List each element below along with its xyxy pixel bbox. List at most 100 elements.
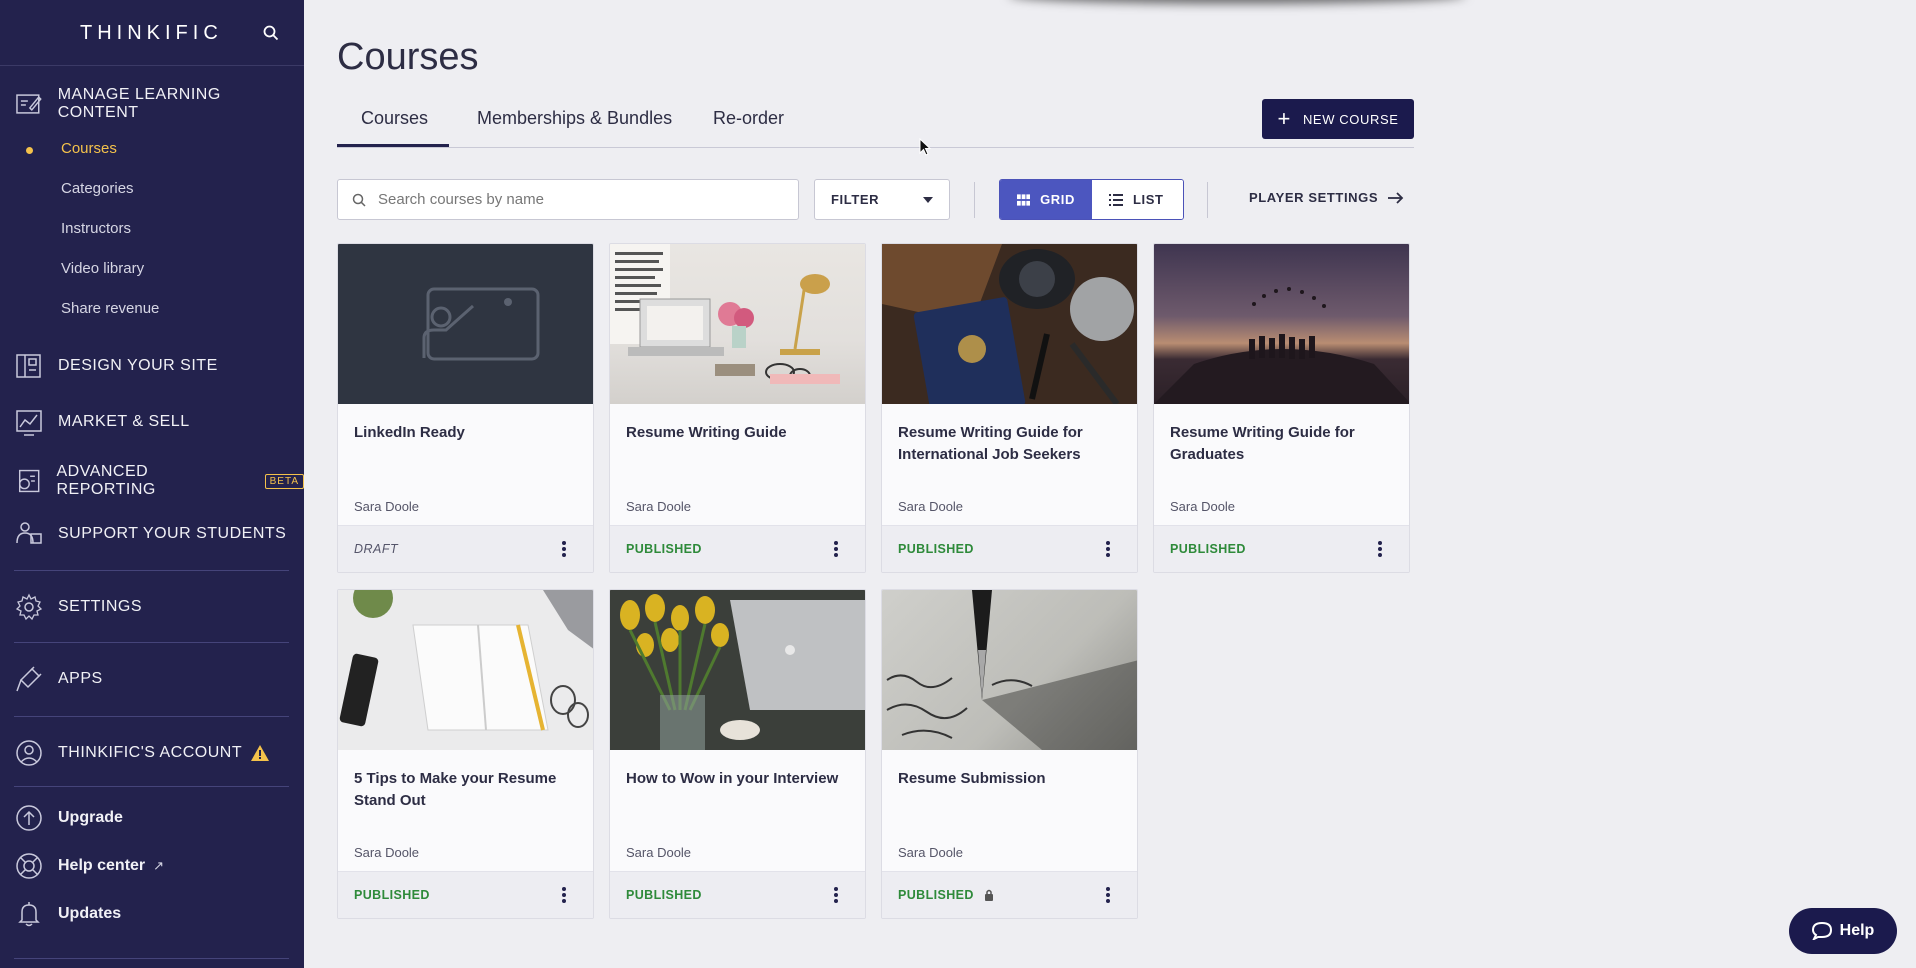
passport-photo (882, 244, 1137, 404)
brand-logo[interactable]: THINKIFIC (80, 22, 223, 45)
course-author: Sara Doole (626, 845, 692, 860)
course-card[interactable]: 5 Tips to Make your Resume Stand Out Sar… (337, 589, 594, 919)
tab-courses[interactable]: Courses (361, 108, 428, 129)
course-thumbnail (882, 244, 1137, 404)
course-card[interactable]: How to Wow in your Interview Sara Doole … (609, 589, 866, 919)
course-thumbnail (610, 244, 865, 404)
lifebuoy-icon (16, 853, 42, 879)
search-field[interactable] (337, 179, 799, 220)
course-title: Resume Writing Guide for International J… (898, 424, 1083, 463)
search-input[interactable] (378, 191, 778, 208)
filter-dropdown[interactable]: FILTER (814, 179, 950, 220)
tab-reorder[interactable]: Re-order (713, 108, 784, 129)
nav-upgrade[interactable]: Upgrade (14, 803, 123, 833)
course-author: Sara Doole (898, 499, 964, 514)
active-tab-underline (337, 144, 449, 147)
status-badge: PUBLISHED (354, 888, 430, 902)
view-toggle: GRID LIST (999, 179, 1184, 220)
tab-memberships-bundles[interactable]: Memberships & Bundles (477, 108, 672, 129)
nav-label: MARKET & SELL (58, 413, 190, 430)
more-options-icon[interactable] (561, 886, 567, 904)
placeholder-presentation-icon (422, 287, 540, 361)
nav-label: SUPPORT YOUR STUDENTS (58, 525, 287, 542)
nav-label: APPS (58, 670, 103, 687)
mouse-cursor-icon (919, 138, 931, 156)
more-options-icon[interactable] (561, 540, 567, 558)
new-course-button[interactable]: + NEW COURSE (1262, 99, 1414, 139)
more-options-icon[interactable] (833, 540, 839, 558)
active-indicator (26, 147, 33, 154)
course-author: Sara Doole (354, 499, 420, 514)
nav-label: SETTINGS (58, 598, 143, 615)
nav-thinkifics-account[interactable]: THINKIFIC'S ACCOUNT (14, 738, 270, 768)
lock-icon (984, 889, 993, 901)
course-card[interactable]: LinkedIn Ready Sara Doole DRAFT (337, 243, 594, 573)
course-title: LinkedIn Ready (354, 424, 465, 441)
warning-icon (251, 745, 270, 761)
students-icon (16, 522, 42, 544)
list-view-button[interactable]: LIST (1092, 180, 1183, 219)
more-options-icon[interactable] (1377, 540, 1383, 558)
nav-label: MANAGE LEARNING CONTENT (57, 86, 221, 121)
course-card[interactable]: Resume Writing Guide Sara Doole PUBLISHE… (609, 243, 866, 573)
nav-help-center[interactable]: Help center ↗ (14, 851, 164, 881)
card-footer: DRAFT (338, 525, 593, 572)
toolbar-divider (974, 182, 975, 218)
nav-market-and-sell[interactable]: MARKET & SELL (14, 407, 190, 437)
nav-updates[interactable]: Updates (14, 899, 121, 929)
grid-icon (1017, 193, 1031, 206)
upgrade-icon (16, 805, 42, 831)
more-options-icon[interactable] (1105, 540, 1111, 558)
desk-photo (610, 244, 840, 384)
chat-bubble-icon (1811, 922, 1832, 940)
sidebar-item-share-revenue[interactable]: Share revenue (61, 300, 159, 317)
sidebar-item-courses[interactable]: Courses (61, 140, 117, 157)
course-title: Resume Writing Guide (626, 424, 787, 441)
nav-manage-learning-content[interactable]: MANAGE LEARNING CONTENT (14, 86, 304, 122)
sidebar-divider (14, 786, 289, 787)
more-options-icon[interactable] (833, 886, 839, 904)
sidebar-item-categories[interactable]: Categories (61, 180, 134, 197)
status-text: PUBLISHED (898, 888, 974, 902)
help-button[interactable]: Help (1789, 908, 1897, 954)
sidebar-divider (14, 642, 289, 643)
course-thumbnail (882, 590, 1137, 750)
course-title: 5 Tips to Make your Resume Stand Out (354, 770, 557, 809)
page-title: Courses (337, 36, 479, 78)
card-footer: PUBLISHED (882, 871, 1137, 918)
course-author: Sara Doole (1170, 499, 1236, 514)
nav-support-your-students[interactable]: SUPPORT YOUR STUDENTS (14, 519, 286, 549)
nav-label: Upgrade (58, 809, 123, 826)
tulips-laptop-photo (610, 590, 865, 750)
more-options-icon[interactable] (1105, 886, 1111, 904)
bell-icon (18, 902, 40, 927)
player-settings-link[interactable]: PLAYER SETTINGS (1249, 190, 1404, 205)
list-icon (1109, 193, 1123, 206)
sidebar-item-instructors[interactable]: Instructors (61, 220, 131, 237)
status-badge: PUBLISHED (626, 542, 702, 556)
course-thumbnail (1154, 244, 1409, 404)
nav-design-your-site[interactable]: DESIGN YOUR SITE (14, 351, 218, 381)
sidebar-item-video-library[interactable]: Video library (61, 260, 144, 277)
beta-badge: BETA (264, 473, 304, 489)
notebook-photo (339, 590, 593, 731)
nav-settings[interactable]: SETTINGS (14, 592, 142, 622)
gear-icon (15, 593, 43, 621)
grid-view-button[interactable]: GRID (1000, 180, 1092, 219)
nav-apps[interactable]: APPS (14, 664, 103, 694)
status-badge: PUBLISHED (1170, 542, 1246, 556)
account-icon (16, 740, 42, 766)
report-icon (18, 469, 40, 493)
nav-advanced-reporting[interactable]: ADVANCED REPORTING BETA (14, 463, 304, 499)
search-icon[interactable] (262, 24, 280, 42)
course-card[interactable]: Resume Writing Guide for Graduates Sara … (1153, 243, 1410, 573)
nav-label: DESIGN YOUR SITE (58, 357, 218, 374)
player-settings-label: PLAYER SETTINGS (1249, 190, 1379, 205)
help-label: Help (1839, 922, 1875, 939)
course-card[interactable]: Resume Writing Guide for International J… (881, 243, 1138, 573)
course-card[interactable]: Resume Submission Sara Doole PUBLISHED (881, 589, 1138, 919)
course-title: Resume Submission (898, 770, 1046, 787)
course-author: Sara Doole (354, 845, 420, 860)
course-thumbnail (610, 590, 865, 750)
tab-bar: Courses Memberships & Bundles Re-order (337, 100, 1414, 148)
